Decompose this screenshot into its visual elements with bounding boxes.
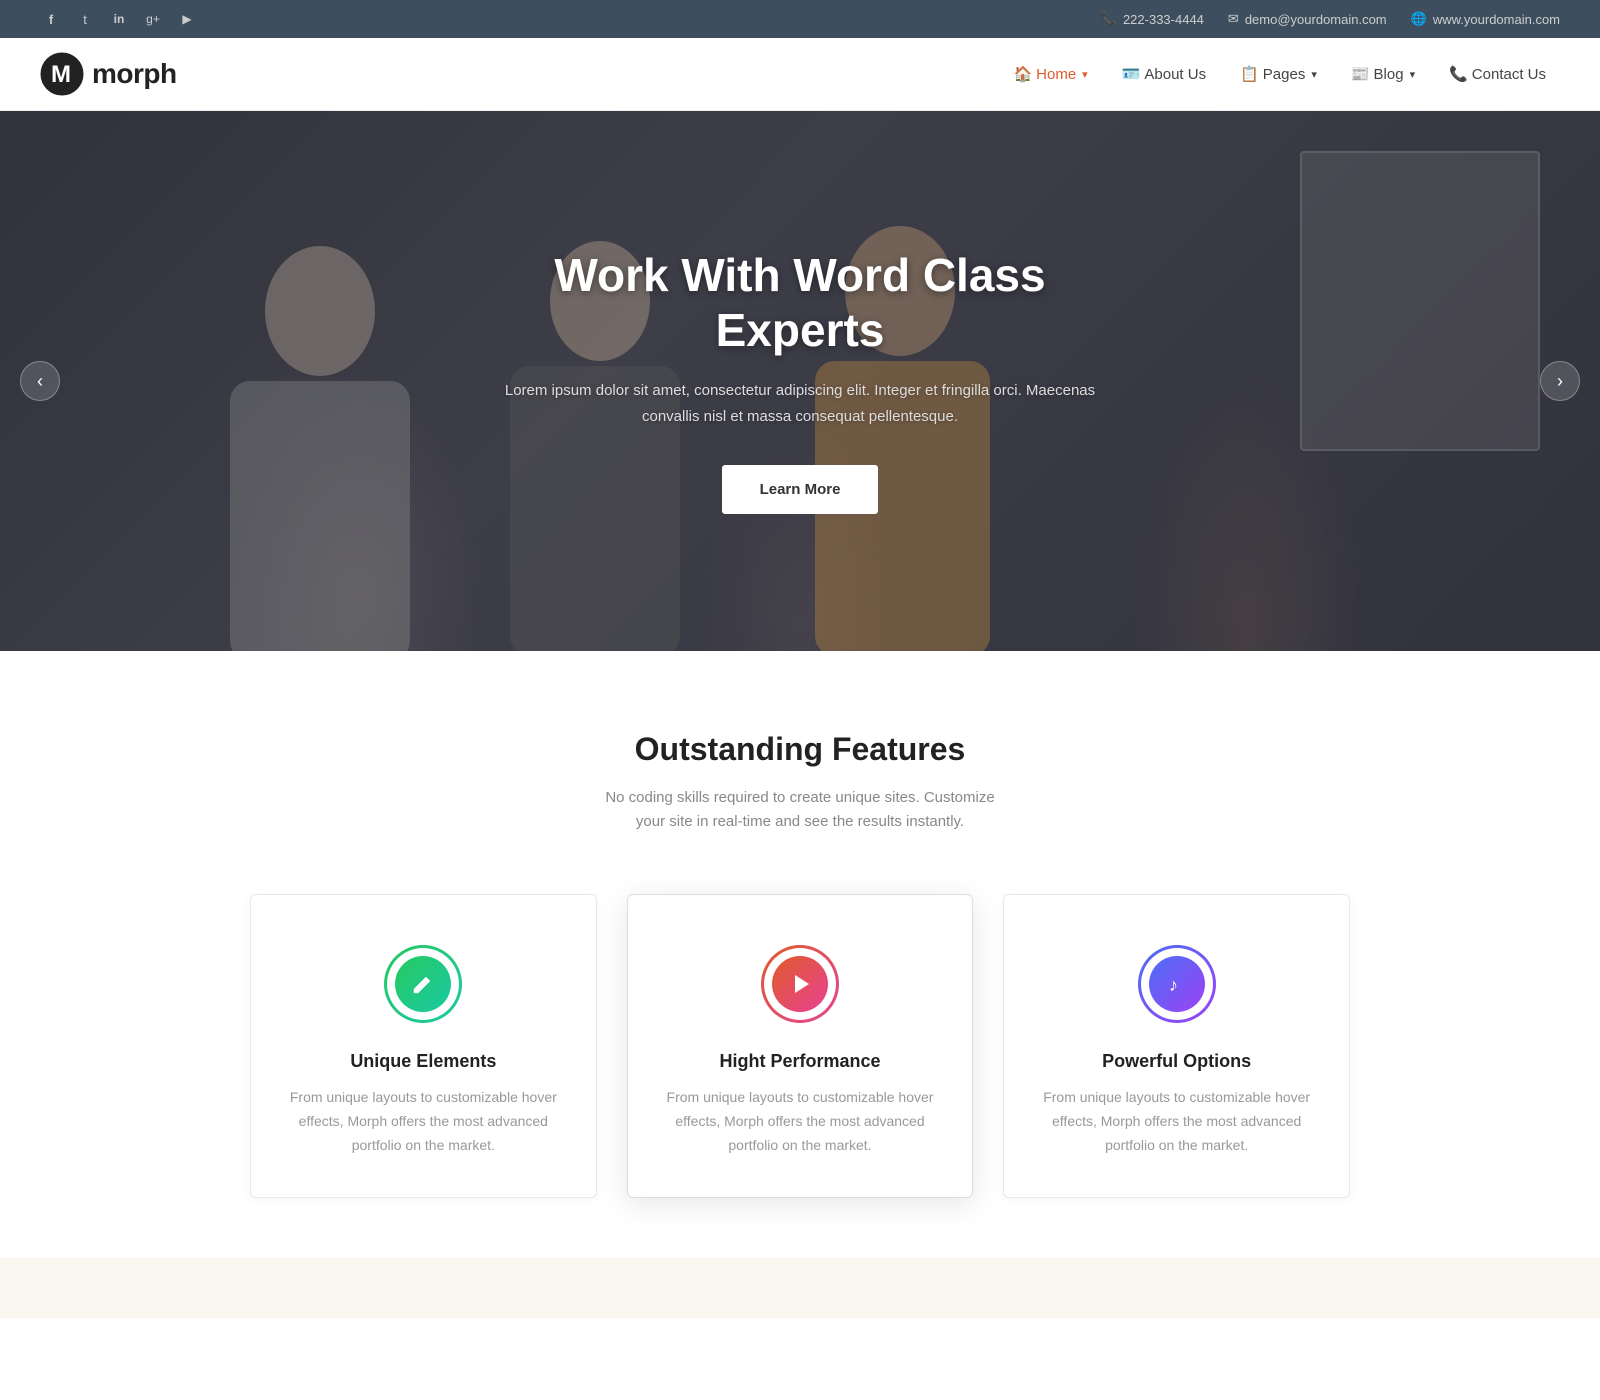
edit-icon bbox=[410, 971, 436, 997]
social-linkedin[interactable]: in bbox=[108, 8, 130, 30]
email-address: demo@yourdomain.com bbox=[1245, 12, 1387, 27]
social-facebook[interactable]: f bbox=[40, 8, 62, 30]
svg-text:♪: ♪ bbox=[1169, 975, 1178, 995]
feature-title-performance: Hight Performance bbox=[658, 1051, 943, 1072]
contact-icon: 📞 bbox=[1449, 65, 1468, 83]
about-icon: 🪪 bbox=[1122, 65, 1141, 83]
home-icon: 🏠 bbox=[1013, 65, 1032, 83]
nav-pages[interactable]: 📋 Pages ▾ bbox=[1226, 57, 1331, 91]
features-title: Outstanding Features bbox=[100, 731, 1500, 768]
music-icon: ♪ bbox=[1164, 971, 1190, 997]
feature-card-unique: Unique Elements From unique layouts to c… bbox=[250, 894, 597, 1198]
hero-prev-button[interactable]: ‹ bbox=[20, 361, 60, 401]
pages-arrow: ▾ bbox=[1311, 68, 1317, 81]
pages-icon: 📋 bbox=[1240, 65, 1259, 83]
hero-content: Work With Word Class Experts Lorem ipsum… bbox=[480, 248, 1120, 514]
home-arrow: ▾ bbox=[1082, 68, 1088, 81]
hero-subtitle: Lorem ipsum dolor sit amet, consectetur … bbox=[500, 378, 1100, 429]
hero-whiteboard bbox=[1300, 151, 1540, 451]
hero-next-button[interactable]: › bbox=[1540, 361, 1580, 401]
feature-card-performance: Hight Performance From unique layouts to… bbox=[627, 894, 974, 1198]
nav-blog[interactable]: 📰 Blog ▾ bbox=[1337, 57, 1429, 91]
phone-info: 📞 222-333-4444 bbox=[1101, 11, 1204, 27]
nav-contact[interactable]: 📞 Contact Us bbox=[1435, 57, 1560, 91]
nav-about[interactable]: 🪪 About Us bbox=[1108, 57, 1220, 91]
email-icon: ✉ bbox=[1228, 11, 1239, 27]
features-section: Outstanding Features No coding skills re… bbox=[0, 651, 1600, 1258]
feature-title-unique: Unique Elements bbox=[281, 1051, 566, 1072]
hero-cta-button[interactable]: Learn More bbox=[722, 465, 879, 514]
hero-section: Work With Word Class Experts Lorem ipsum… bbox=[0, 111, 1600, 651]
blog-arrow: ▾ bbox=[1410, 68, 1416, 81]
nav-home[interactable]: 🏠 Home ▾ bbox=[999, 57, 1101, 91]
svg-text:M: M bbox=[51, 61, 71, 88]
social-twitter[interactable]: t bbox=[74, 8, 96, 30]
bottom-strip bbox=[0, 1258, 1600, 1318]
logo-icon: M bbox=[40, 52, 84, 96]
phone-number: 222-333-4444 bbox=[1123, 12, 1204, 27]
website-url: www.yourdomain.com bbox=[1433, 12, 1560, 27]
feature-icon-performance bbox=[761, 945, 839, 1023]
feature-icon-inner-options: ♪ bbox=[1149, 956, 1205, 1012]
feature-desc-options: From unique layouts to customizable hove… bbox=[1034, 1086, 1319, 1157]
feature-icon-inner-performance bbox=[772, 956, 828, 1012]
feature-title-options: Powerful Options bbox=[1034, 1051, 1319, 1072]
feature-card-options: ♪ Powerful Options From unique layouts t… bbox=[1003, 894, 1350, 1198]
play-icon bbox=[787, 971, 813, 997]
blog-icon: 📰 bbox=[1351, 65, 1370, 83]
social-googleplus[interactable]: g+ bbox=[142, 8, 164, 30]
feature-icon-options: ♪ bbox=[1138, 945, 1216, 1023]
feature-desc-performance: From unique layouts to customizable hove… bbox=[658, 1086, 943, 1157]
main-nav: 🏠 Home ▾ 🪪 About Us 📋 Pages ▾ 📰 Blog ▾ 📞… bbox=[999, 57, 1560, 91]
feature-icon-inner-unique bbox=[395, 956, 451, 1012]
phone-icon: 📞 bbox=[1101, 11, 1117, 27]
features-subtitle: No coding skills required to create uniq… bbox=[590, 786, 1010, 834]
feature-icon-unique bbox=[384, 945, 462, 1023]
social-links: f t in g+ ▶ bbox=[40, 8, 198, 30]
globe-icon: 🌐 bbox=[1411, 11, 1427, 27]
logo-text: morph bbox=[92, 58, 177, 90]
top-bar: f t in g+ ▶ 📞 222-333-4444 ✉ demo@yourdo… bbox=[0, 0, 1600, 38]
social-youtube[interactable]: ▶ bbox=[176, 8, 198, 30]
email-info: ✉ demo@yourdomain.com bbox=[1228, 11, 1387, 27]
features-grid: Unique Elements From unique layouts to c… bbox=[250, 894, 1350, 1198]
header: M morph 🏠 Home ▾ 🪪 About Us 📋 Pages ▾ 📰 … bbox=[0, 38, 1600, 111]
website-info: 🌐 www.yourdomain.com bbox=[1411, 11, 1560, 27]
hero-title: Work With Word Class Experts bbox=[500, 248, 1100, 358]
feature-desc-unique: From unique layouts to customizable hove… bbox=[281, 1086, 566, 1157]
logo[interactable]: M morph bbox=[40, 52, 177, 96]
contact-info: 📞 222-333-4444 ✉ demo@yourdomain.com 🌐 w… bbox=[1101, 11, 1560, 27]
